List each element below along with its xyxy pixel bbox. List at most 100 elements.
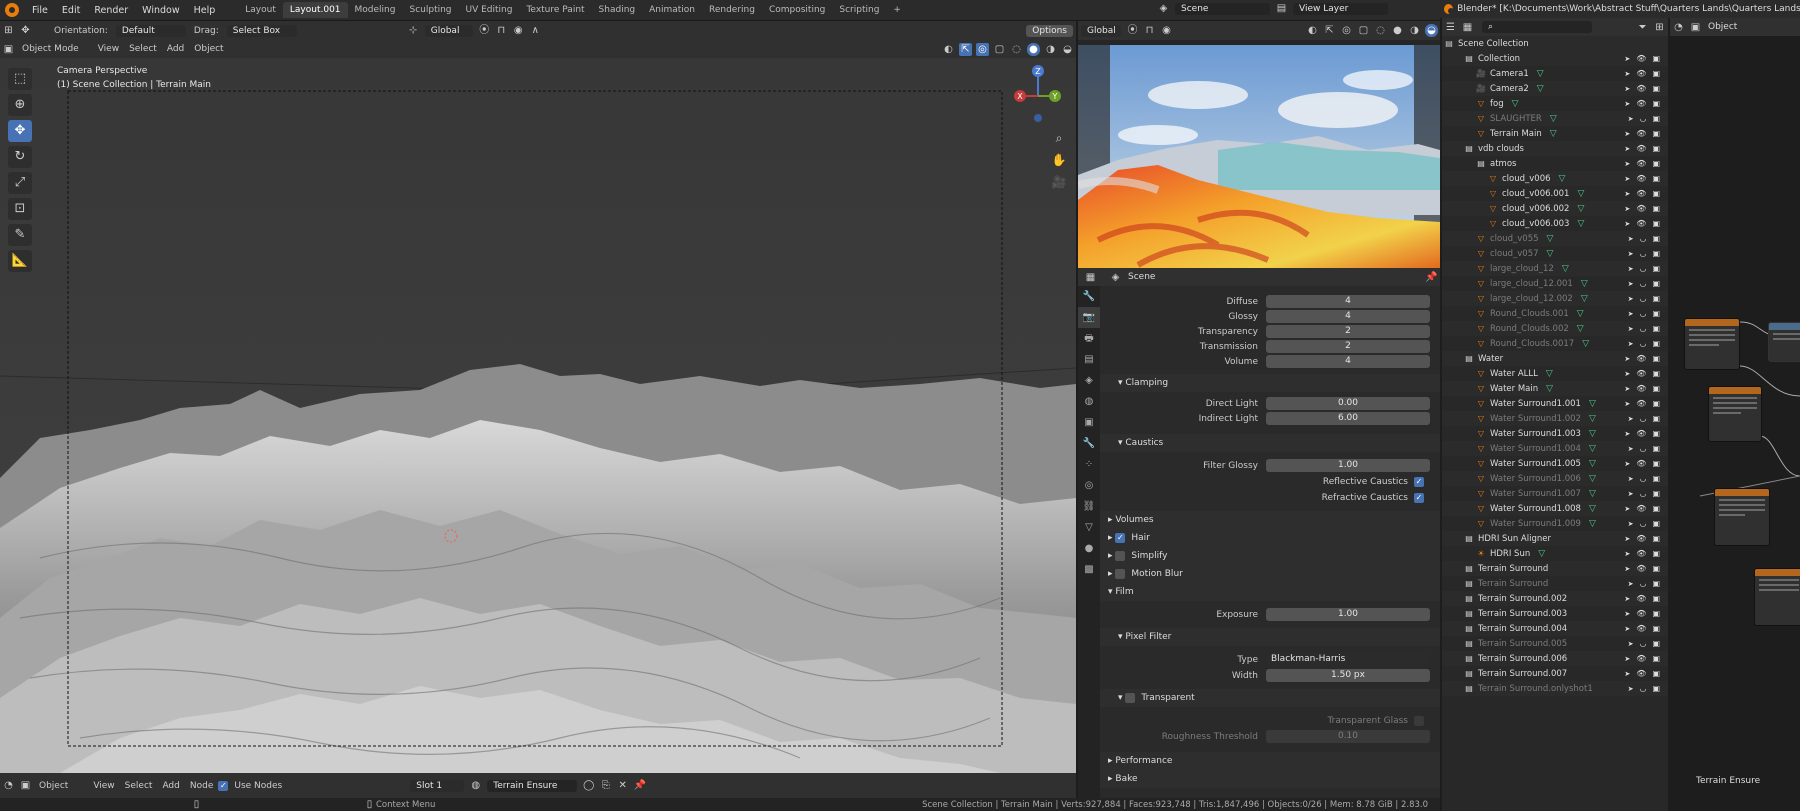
selectable-icon[interactable]: ➤: [1628, 250, 1634, 258]
outliner-row[interactable]: ☀ HDRI Sun ▽ ➤ 👁 ▣: [1442, 546, 1668, 561]
menu-add-bottom[interactable]: Add: [162, 781, 179, 791]
render-camera-icon[interactable]: ▣: [1652, 309, 1660, 318]
material-name-field[interactable]: Terrain Ensure: [487, 779, 578, 792]
outliner-row[interactable]: ▤ Terrain Surround.002 ➤ 👁 ▣: [1442, 591, 1668, 606]
outliner-row[interactable]: ▤ Terrain Surround.003 ➤ 👁 ▣: [1442, 606, 1668, 621]
render-camera-icon[interactable]: ▣: [1652, 549, 1660, 558]
render-camera-icon[interactable]: ▣: [1652, 399, 1660, 408]
indirect-light-field[interactable]: 6.00: [1266, 412, 1430, 425]
transparency-field[interactable]: 2: [1266, 325, 1430, 338]
render-camera-icon[interactable]: ▣: [1652, 174, 1660, 183]
pin-icon-props[interactable]: 📌: [1425, 271, 1438, 284]
selectable-icon[interactable]: ➤: [1624, 70, 1630, 78]
render-camera-icon[interactable]: ▣: [1652, 534, 1660, 543]
visibility-eye-icon[interactable]: 👁: [1636, 219, 1646, 228]
render-camera-icon[interactable]: ▣: [1652, 324, 1660, 333]
motion-blur-section[interactable]: ▸ Motion Blur: [1100, 565, 1440, 583]
selectable-icon[interactable]: ➤: [1628, 445, 1634, 453]
outliner-row[interactable]: ▤ vdb clouds ➤ 👁 ▣: [1442, 141, 1668, 156]
menu-add[interactable]: Add: [167, 44, 184, 54]
selectable-icon[interactable]: ➤: [1624, 175, 1630, 183]
outliner-row[interactable]: ▽ Water Surround1.002 ▽ ➤ ◡ ▣: [1442, 411, 1668, 426]
selectable-icon[interactable]: ➤: [1628, 325, 1634, 333]
render-camera-icon[interactable]: ▣: [1652, 444, 1660, 453]
render-camera-icon[interactable]: ▣: [1652, 609, 1660, 618]
visibility-eye-icon[interactable]: 👁: [1636, 144, 1646, 153]
view-layer-selector[interactable]: View Layer: [1293, 2, 1388, 15]
transparent-checkbox[interactable]: [1125, 693, 1136, 703]
outliner-editor-icon[interactable]: ☰: [1444, 21, 1457, 34]
visibility-eye-icon[interactable]: ◡: [1639, 639, 1646, 648]
simplify-section[interactable]: ▸ Simplify: [1100, 547, 1440, 565]
visibility-eye-icon[interactable]: 👁: [1636, 369, 1646, 378]
outliner-row[interactable]: ▽ Water Surround1.008 ▽ ➤ 👁 ▣: [1442, 501, 1668, 516]
visibility-eye-icon[interactable]: ◡: [1639, 264, 1646, 273]
menu-window[interactable]: Window: [135, 5, 186, 16]
solid-icon-right[interactable]: ●: [1391, 24, 1404, 37]
outliner-row[interactable]: ▽ Water Surround1.001 ▽ ➤ 👁 ▣: [1442, 396, 1668, 411]
selectable-icon[interactable]: ➤: [1624, 355, 1630, 363]
overlay-icon-right[interactable]: ◎: [1340, 24, 1353, 37]
volumes-section[interactable]: ▸ Volumes: [1100, 511, 1440, 529]
pivot-icon-right[interactable]: ⦿: [1126, 24, 1139, 37]
shading-rendered-icon[interactable]: ◒: [1061, 43, 1074, 56]
visibility-eye-icon[interactable]: ◡: [1639, 249, 1646, 258]
selectable-icon[interactable]: ➤: [1624, 535, 1630, 543]
transparent-section[interactable]: ▾ Transparent: [1100, 689, 1440, 707]
display-mode-icon[interactable]: ▦: [1461, 21, 1474, 34]
rotate-tool-icon[interactable]: ↻: [8, 146, 32, 168]
selectable-icon[interactable]: ➤: [1624, 385, 1630, 393]
render-camera-icon[interactable]: ▣: [1652, 279, 1660, 288]
visibility-eye-icon[interactable]: 👁: [1636, 189, 1646, 198]
outliner-row[interactable]: ▽ Water Surround1.003 ▽ ➤ 👁 ▣: [1442, 426, 1668, 441]
transform-orientation-icon[interactable]: ⊹: [407, 24, 420, 37]
options-button[interactable]: Options: [1026, 24, 1073, 37]
selectable-icon[interactable]: ➤: [1628, 340, 1634, 348]
outliner-row[interactable]: ▽ cloud_v006.002 ▽ ➤ 👁 ▣: [1442, 201, 1668, 216]
visibility-eye-icon[interactable]: ◡: [1639, 324, 1646, 333]
outliner-row[interactable]: ▽ Water Main ▽ ➤ 👁 ▣: [1442, 381, 1668, 396]
render-camera-icon[interactable]: ▣: [1652, 489, 1660, 498]
measure-tool-icon[interactable]: 📐: [8, 250, 32, 272]
visibility-eye-icon[interactable]: 👁: [1636, 549, 1646, 558]
render-camera-icon[interactable]: ▣: [1652, 519, 1660, 528]
node-editor-type[interactable]: Object: [1708, 22, 1737, 32]
visibility-icon-right[interactable]: ◐: [1306, 24, 1319, 37]
outliner-row[interactable]: ▤ HDRI Sun Aligner ➤ 👁 ▣: [1442, 531, 1668, 546]
editor-type-icon[interactable]: ⊞: [2, 24, 15, 37]
selectable-icon[interactable]: ➤: [1624, 400, 1630, 408]
hair-checkbox[interactable]: ✓: [1115, 533, 1126, 543]
direct-light-field[interactable]: 0.00: [1266, 397, 1430, 410]
simplify-checkbox[interactable]: [1115, 551, 1126, 561]
render-camera-icon[interactable]: ▣: [1652, 594, 1660, 603]
pixel-filter-section[interactable]: ▾ Pixel Filter: [1100, 628, 1440, 646]
gizmo-icon-right[interactable]: ⇱: [1323, 24, 1336, 37]
menu-render[interactable]: Render: [87, 5, 135, 16]
render-camera-icon[interactable]: ▣: [1652, 639, 1660, 648]
filter-icon[interactable]: ⏷: [1636, 21, 1649, 34]
visibility-eye-icon[interactable]: 👁: [1636, 429, 1646, 438]
visibility-eye-icon[interactable]: 👁: [1636, 564, 1646, 573]
output-tab-icon[interactable]: 🖶: [1078, 328, 1100, 349]
visibility-eye-icon[interactable]: 👁: [1636, 609, 1646, 618]
shading-material-icon[interactable]: ◑: [1044, 43, 1057, 56]
selectable-icon[interactable]: ➤: [1624, 205, 1630, 213]
volume-field[interactable]: 4: [1266, 355, 1430, 368]
gizmo-toggle-icon[interactable]: ⇱: [959, 42, 972, 56]
shader-node[interactable]: [1768, 322, 1800, 362]
selectable-icon[interactable]: ➤: [1628, 265, 1634, 273]
material-icon-right[interactable]: ◑: [1408, 24, 1421, 37]
xray-icon[interactable]: ▢: [993, 43, 1006, 56]
scene-tab-icon[interactable]: ◈: [1078, 370, 1100, 391]
selectable-icon[interactable]: ➤: [1624, 655, 1630, 663]
wire-icon-right[interactable]: ◌: [1374, 24, 1387, 37]
outliner-row[interactable]: ▽ Water Surround1.004 ▽ ➤ ◡ ▣: [1442, 441, 1668, 456]
tab-scripting[interactable]: Scripting: [832, 2, 886, 18]
outliner-row[interactable]: ▽ cloud_v057 ▽ ➤ ◡ ▣: [1442, 246, 1668, 261]
selectable-icon[interactable]: ➤: [1628, 520, 1634, 528]
menu-view[interactable]: View: [98, 44, 119, 54]
diffuse-field[interactable]: 4: [1266, 295, 1430, 308]
proportional-icon-right[interactable]: ◉: [1160, 24, 1173, 37]
menu-file[interactable]: File: [25, 5, 55, 16]
unlink-icon[interactable]: ✕: [616, 779, 629, 792]
